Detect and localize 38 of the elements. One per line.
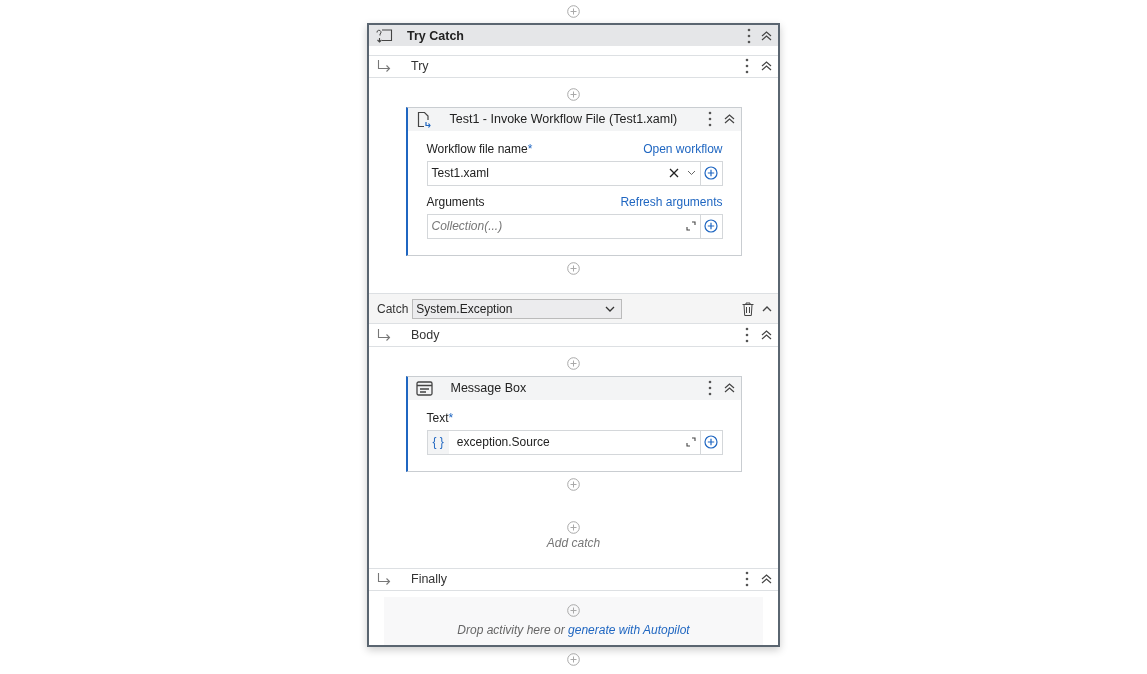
branch-arrow-icon [377, 573, 391, 586]
branch-arrow-icon [377, 60, 391, 73]
drop-hint: Drop activity here or generate with Autopilot [457, 623, 690, 638]
collapse-icon[interactable] [723, 114, 735, 125]
collapse-icon[interactable] [762, 305, 772, 312]
activity-title: Test1 - Invoke Workflow File (Test1.xaml) [449, 112, 678, 127]
exception-type-dropdown[interactable]: System.Exception [412, 298, 623, 319]
more-options-icon[interactable] [707, 111, 712, 128]
field-label: Text* [426, 410, 454, 425]
section-title: Body [411, 328, 440, 343]
collapse-icon[interactable] [761, 330, 772, 341]
dropdown-value: System.Exception [416, 301, 513, 316]
collapse-icon[interactable] [723, 383, 735, 394]
try-catch-icon [376, 28, 393, 43]
delete-icon[interactable] [742, 301, 754, 316]
section-title: Try [411, 59, 429, 74]
section-title: Finally [411, 572, 448, 587]
more-options-icon[interactable] [745, 327, 749, 344]
link[interactable]: Open workflow [643, 141, 723, 156]
collapse-icon[interactable] [761, 574, 772, 585]
more-options-icon[interactable] [747, 27, 751, 44]
field-label: Workflow file name* [426, 141, 533, 156]
collapse-icon[interactable] [761, 61, 772, 72]
container-title: Try Catch [407, 28, 464, 43]
more-options-icon[interactable] [707, 380, 712, 397]
more-options-icon[interactable] [745, 571, 749, 588]
add-catch-link[interactable]: Add catch [546, 535, 601, 550]
document-arrow-icon [415, 110, 432, 128]
catch-label: Catch [377, 301, 409, 316]
more-options-icon[interactable] [745, 58, 749, 75]
autopilot-link[interactable]: generate with Autopilot [568, 623, 690, 638]
collapse-icon[interactable] [761, 30, 772, 41]
branch-arrow-icon [377, 329, 391, 342]
field-label: Arguments [426, 194, 485, 209]
chevron-down-icon [605, 305, 616, 312]
activity-title: Message Box [450, 381, 527, 396]
link[interactable]: Refresh arguments [620, 194, 723, 209]
message-window-icon [415, 380, 433, 396]
